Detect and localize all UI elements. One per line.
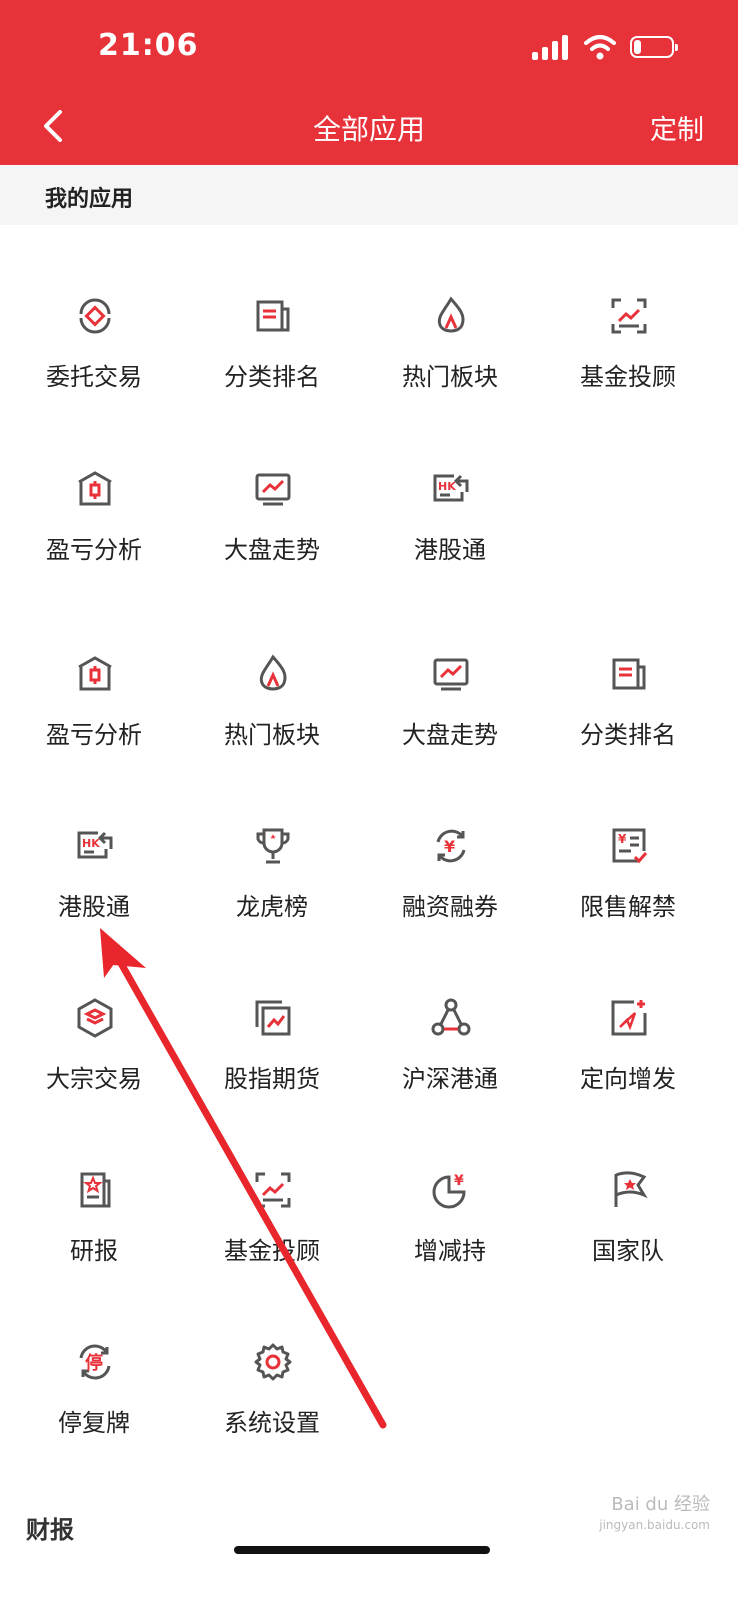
app-tile[interactable]: 龙虎榜 bbox=[180, 825, 364, 965]
home-indicator[interactable] bbox=[234, 1546, 490, 1554]
battery-icon bbox=[630, 36, 678, 58]
private-placement-icon bbox=[611, 1000, 647, 1036]
app-label: 龙虎榜 bbox=[236, 893, 308, 921]
suspension-icon: 停 bbox=[79, 1344, 111, 1380]
hot-sector-icon bbox=[259, 654, 287, 691]
app-label: 港股通 bbox=[414, 536, 486, 564]
app-tile[interactable]: 大盘走势 bbox=[180, 468, 364, 608]
app-label: 盈亏分析 bbox=[46, 536, 142, 564]
app-tile[interactable]: 基金投顾 bbox=[180, 1169, 364, 1309]
app-label: 分类排名 bbox=[580, 721, 676, 749]
svg-text:停: 停 bbox=[85, 1352, 103, 1374]
app-tile[interactable]: 热门板块 bbox=[358, 295, 542, 435]
connect-network-icon bbox=[431, 998, 471, 1036]
svg-text:HK: HK bbox=[438, 480, 456, 493]
app-label: 股指期货 bbox=[224, 1065, 320, 1093]
app-tile[interactable]: 定向增发 bbox=[536, 997, 720, 1137]
trophy-icon bbox=[256, 828, 290, 864]
app-label: 热门板块 bbox=[224, 721, 320, 749]
holding-change-icon: ¥ bbox=[432, 1173, 466, 1209]
app-tile[interactable]: 盈亏分析 bbox=[2, 468, 186, 608]
app-label: 热门板块 bbox=[402, 363, 498, 391]
margin-trading-icon: ¥ bbox=[436, 829, 466, 863]
app-label: 基金投顾 bbox=[580, 363, 676, 391]
app-tile[interactable]: ¥ 增减持 bbox=[358, 1169, 542, 1309]
app-tile[interactable]: 系统设置 bbox=[180, 1341, 364, 1481]
app-tile[interactable]: 大宗交易 bbox=[2, 997, 186, 1137]
lockup-release-icon: ¥ bbox=[612, 828, 648, 864]
app-tile[interactable]: 分类排名 bbox=[180, 295, 364, 435]
app-label: 融资融券 bbox=[402, 893, 498, 921]
hot-sector-icon bbox=[437, 296, 465, 333]
svg-text:¥: ¥ bbox=[618, 832, 627, 846]
app-tile[interactable]: 沪深港通 bbox=[358, 997, 542, 1137]
category-rank-icon bbox=[256, 300, 290, 332]
app-tile[interactable]: 国家队 bbox=[536, 1169, 720, 1309]
app-tile[interactable]: 股指期货 bbox=[180, 997, 364, 1137]
app-label: 沪深港通 bbox=[402, 1065, 498, 1093]
research-report-icon bbox=[80, 1172, 111, 1208]
cellular-signal-icon bbox=[532, 34, 570, 60]
market-trend-icon bbox=[433, 658, 469, 691]
app-label: 委托交易 bbox=[46, 363, 142, 391]
app-label: 大盘走势 bbox=[224, 536, 320, 564]
category-rank-icon bbox=[612, 658, 646, 690]
app-label: 定向增发 bbox=[580, 1065, 676, 1093]
block-trade-icon bbox=[77, 998, 113, 1038]
app-label: 盈亏分析 bbox=[46, 721, 142, 749]
app-header: 21:06 全部应用 定制 bbox=[0, 0, 738, 165]
app-label: 限售解禁 bbox=[580, 893, 676, 921]
settings-gear-icon bbox=[254, 1343, 292, 1381]
hk-connect-icon: HK bbox=[433, 474, 469, 502]
watermark: Bai du 经验 jingyan.baidu.com bbox=[599, 1495, 710, 1535]
app-tile[interactable]: 盈亏分析 bbox=[2, 653, 186, 793]
fund-advisor-icon bbox=[255, 1172, 291, 1208]
page-title: 全部应用 bbox=[312, 113, 425, 146]
status-icons bbox=[532, 34, 678, 60]
national-team-flag-icon bbox=[614, 1171, 648, 1207]
app-label: 分类排名 bbox=[224, 363, 320, 391]
financial-report-section-title: 财报 bbox=[26, 1516, 74, 1544]
index-futures-icon bbox=[255, 1000, 291, 1036]
app-tile[interactable]: HK 港股通 bbox=[2, 825, 186, 965]
app-label: 国家队 bbox=[592, 1237, 664, 1265]
status-time: 21:06 bbox=[98, 28, 199, 63]
app-tile[interactable]: ¥ 限售解禁 bbox=[536, 825, 720, 965]
app-label: 系统设置 bbox=[224, 1409, 320, 1437]
svg-text:¥: ¥ bbox=[444, 837, 455, 856]
app-label: 研报 bbox=[70, 1237, 118, 1265]
app-tile[interactable]: ¥ 融资融券 bbox=[358, 825, 542, 965]
svg-text:HK: HK bbox=[82, 837, 100, 850]
app-label: 基金投顾 bbox=[224, 1237, 320, 1265]
app-label: 增减持 bbox=[414, 1237, 486, 1265]
hk-connect-icon: HK bbox=[77, 831, 113, 859]
watermark-brand: Bai du 经验 bbox=[611, 1494, 710, 1515]
app-label: 大盘走势 bbox=[402, 721, 498, 749]
profit-loss-icon bbox=[78, 471, 112, 506]
market-trend-icon bbox=[255, 473, 291, 506]
app-label: 大宗交易 bbox=[46, 1065, 142, 1093]
app-tile[interactable]: 热门板块 bbox=[180, 653, 364, 793]
watermark-url: jingyan.baidu.com bbox=[599, 1518, 710, 1532]
app-tile[interactable]: 停停复牌 bbox=[2, 1341, 186, 1481]
app-tile[interactable]: 研报 bbox=[2, 1169, 186, 1309]
fund-advisor-icon bbox=[611, 298, 647, 334]
app-label: 停复牌 bbox=[58, 1409, 130, 1437]
app-tile[interactable]: 基金投顾 bbox=[536, 295, 720, 435]
my-apps-section-header: 我的应用 bbox=[0, 165, 738, 225]
section-title: 我的应用 bbox=[45, 187, 134, 212]
app-label: 港股通 bbox=[58, 893, 130, 921]
app-tile[interactable]: 分类排名 bbox=[536, 653, 720, 793]
profit-loss-icon bbox=[78, 656, 112, 691]
wifi-icon bbox=[584, 35, 616, 60]
app-tile[interactable]: 大盘走势 bbox=[358, 653, 542, 793]
app-tile[interactable]: HK 港股通 bbox=[358, 468, 542, 608]
delegate-trade-icon bbox=[79, 298, 111, 334]
app-tile[interactable]: 委托交易 bbox=[2, 295, 186, 435]
svg-text:¥: ¥ bbox=[454, 1173, 464, 1189]
customize-button[interactable]: 定制 bbox=[650, 108, 704, 147]
